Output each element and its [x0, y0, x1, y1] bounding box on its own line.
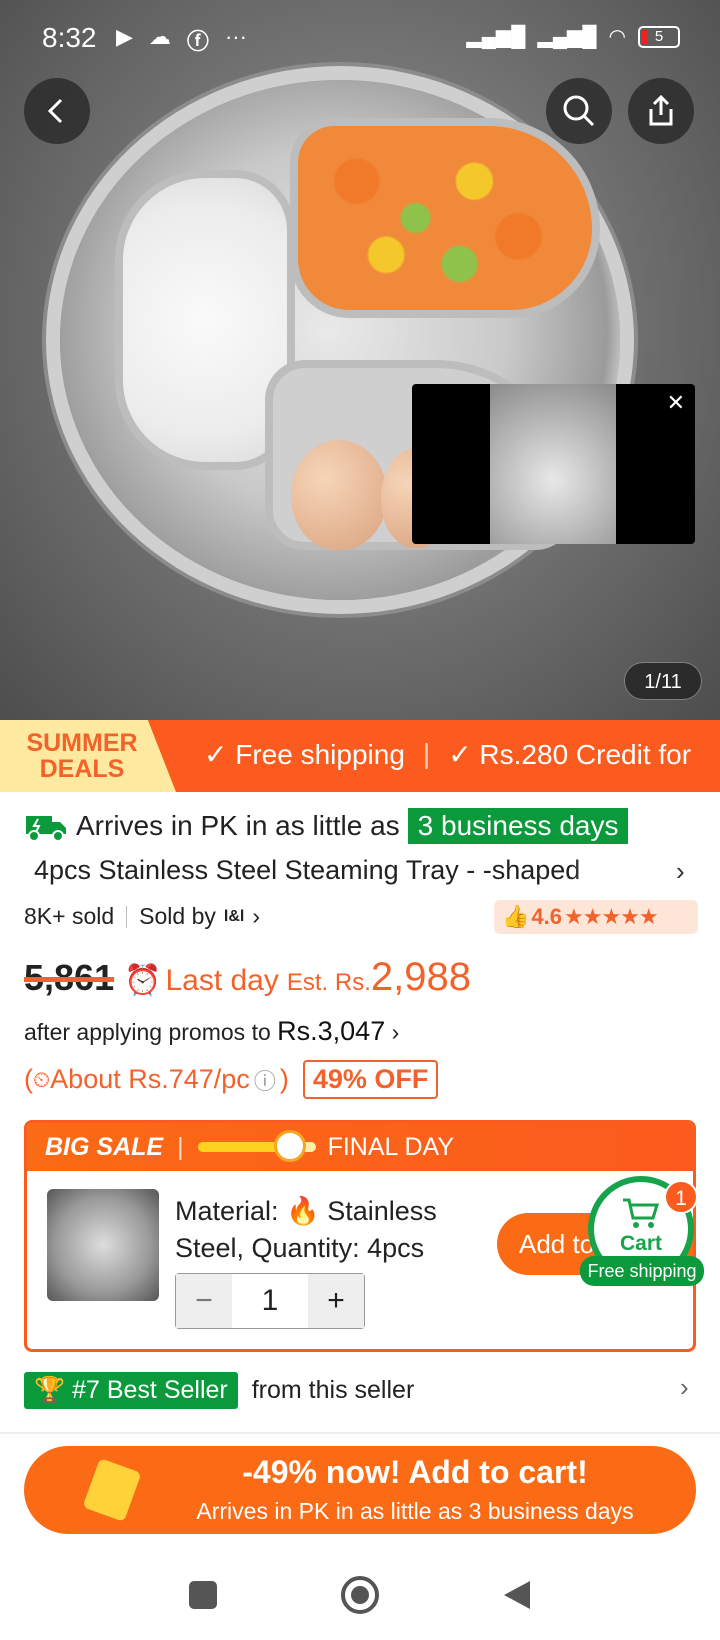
- vegetable-compartment: [290, 118, 600, 318]
- best-seller-badge: 🏆 #7 Best Seller: [24, 1372, 238, 1409]
- cart-label: Cart: [619, 1232, 662, 1255]
- alarm-icon: ⏲: [33, 1066, 51, 1092]
- rating-value: 4.6: [531, 904, 562, 929]
- per-piece-price: About Rs.747/pc: [50, 1064, 250, 1094]
- seller-chevron-icon[interactable]: ›: [252, 903, 260, 930]
- facebook-icon: ⓕ: [186, 29, 209, 54]
- search-icon: [563, 95, 595, 127]
- plus-button[interactable]: +: [308, 1274, 364, 1328]
- search-button[interactable]: [546, 78, 612, 144]
- video-preview[interactable]: ✕: [412, 384, 695, 544]
- quantity-value[interactable]: 1: [232, 1274, 308, 1328]
- cloud-icon: ☁: [148, 24, 171, 49]
- summer-deals-badge: SUMMER DEALS: [0, 720, 176, 792]
- last-day-label: Last day: [165, 964, 279, 997]
- status-bar: 8:32 ▶ ☁ ⓕ ··· ▂▄▆█ ▂▄▆█ ◠ 5: [0, 0, 720, 76]
- best-seller-rank: #7 Best Seller: [72, 1376, 228, 1404]
- badge-line1: SUMMER: [26, 729, 138, 757]
- close-icon[interactable]: ✕: [667, 390, 685, 416]
- free-shipping-label: ✓ Free shipping: [204, 739, 405, 770]
- signal2-icon: ▂▄▆█: [537, 26, 597, 48]
- more-icon: ···: [224, 24, 247, 49]
- flame-icon: 🔥: [286, 1196, 320, 1226]
- discount-badge: 49% OFF: [302, 1060, 439, 1099]
- help-icon[interactable]: ⓘ: [254, 1064, 276, 1096]
- trophy-icon: 🏆: [34, 1376, 66, 1404]
- video-frame: [490, 384, 616, 544]
- material-label: Material:: [175, 1196, 279, 1226]
- sale-progress: [197, 1130, 316, 1162]
- final-day-label: FINAL DAY: [327, 1132, 454, 1161]
- big-sale-title: BIG SALE: [45, 1132, 164, 1161]
- back-nav-icon[interactable]: [500, 1578, 534, 1612]
- per-piece-row: ( ⏲ About Rs.747/pc ⓘ ) 49% OFF: [24, 1060, 439, 1099]
- delivery-info: Arrives in PK in as little as 3 business…: [24, 808, 629, 844]
- after-promos-text: after applying promos to: [24, 1019, 271, 1045]
- back-button[interactable]: [24, 78, 90, 144]
- cart-icon: [623, 1198, 660, 1228]
- est-label: Est. Rs.: [286, 969, 371, 996]
- paren-close: ): [279, 1064, 289, 1094]
- chevron-right-icon[interactable]: ›: [676, 856, 685, 887]
- product-title[interactable]: 4pcs Stainless Steel Steaming Tray - -sh…: [34, 855, 664, 886]
- promo-strip[interactable]: SUMMER DEALS ✓ Free shipping | ✓ Rs.280 …: [0, 720, 720, 792]
- play-icon: ▶: [116, 24, 133, 49]
- system-nav-bar: [0, 1550, 720, 1640]
- thumbs-up-icon: 👍: [502, 904, 530, 929]
- truck-icon: [26, 816, 66, 842]
- badge-line2: DEALS: [39, 755, 125, 783]
- best-seller-row[interactable]: 🏆 #7 Best Seller from this seller: [24, 1372, 414, 1409]
- share-button[interactable]: [628, 78, 694, 144]
- variant-spec[interactable]: Material: 🔥 Stainless Steel, Quantity: 4…: [175, 1193, 475, 1267]
- home-icon[interactable]: [340, 1575, 380, 1615]
- promo-price-line[interactable]: after applying promos to Rs.3,047 ›: [24, 1016, 399, 1047]
- recents-icon[interactable]: [186, 1578, 220, 1612]
- free-shipping-badge: Free shipping: [580, 1256, 704, 1286]
- cta-title: -49% now! Add to cart!: [242, 1454, 588, 1490]
- original-price: 5,861: [24, 957, 115, 998]
- status-time: 8:32: [42, 22, 97, 53]
- seller-logo[interactable]: l&l: [224, 908, 244, 926]
- product-image-gallery[interactable]: 8:32 ▶ ☁ ⓕ ··· ▂▄▆█ ▂▄▆█ ◠ 5 ✕ 1/11: [0, 0, 720, 720]
- alarm-clock-icon: ⏰: [124, 964, 162, 997]
- share-icon: [649, 94, 673, 126]
- sold-by-label[interactable]: Sold by: [139, 903, 216, 930]
- credit-label: ✓ Rs.280 Credit for: [448, 739, 692, 770]
- clock-icon: [273, 1130, 306, 1162]
- stars-icon: ★★★★★: [564, 904, 659, 929]
- sold-row: 8K+ sold Sold by l&l ›: [24, 903, 260, 930]
- delivery-days-badge: 3 business days: [407, 808, 629, 844]
- chevron-right-icon: ›: [391, 1019, 400, 1045]
- price-row: 5,861 ⏰ Last day Est. Rs. 2,988: [24, 955, 471, 1000]
- current-price: 2,988: [370, 955, 471, 999]
- minus-button[interactable]: −: [176, 1274, 232, 1328]
- cart-count-badge: 1: [664, 1180, 698, 1214]
- rating-badge[interactable]: 👍 4.6 ★★★★★: [494, 900, 698, 934]
- best-seller-text: from this seller: [251, 1376, 415, 1404]
- notification-icons: ▶ ☁ ⓕ ···: [116, 24, 247, 56]
- paren-open: (: [24, 1064, 33, 1094]
- signal-icon: ▂▄▆█: [466, 26, 526, 48]
- divider: |: [422, 738, 431, 769]
- variant-thumbnail[interactable]: [47, 1189, 159, 1301]
- sold-count: 8K+ sold: [24, 903, 115, 929]
- wifi-icon: ◠: [608, 26, 626, 48]
- chevron-right-icon[interactable]: ›: [680, 1372, 689, 1403]
- add-to-cart-cta[interactable]: -49% now! Add to cart! Arrives in PK in …: [24, 1446, 696, 1534]
- delivery-text: Arrives in PK in as little as: [76, 810, 400, 841]
- big-sale-header: BIG SALE | FINAL DAY: [27, 1123, 693, 1171]
- chevron-left-icon: [47, 98, 63, 124]
- quantity-stepper[interactable]: − 1 +: [175, 1273, 365, 1329]
- promo-price: Rs.3,047: [277, 1016, 386, 1046]
- battery-icon: 5: [638, 25, 680, 48]
- cta-subtitle: Arrives in PK in as little as 3 business…: [196, 1498, 634, 1524]
- image-counter: 1/11: [624, 662, 702, 700]
